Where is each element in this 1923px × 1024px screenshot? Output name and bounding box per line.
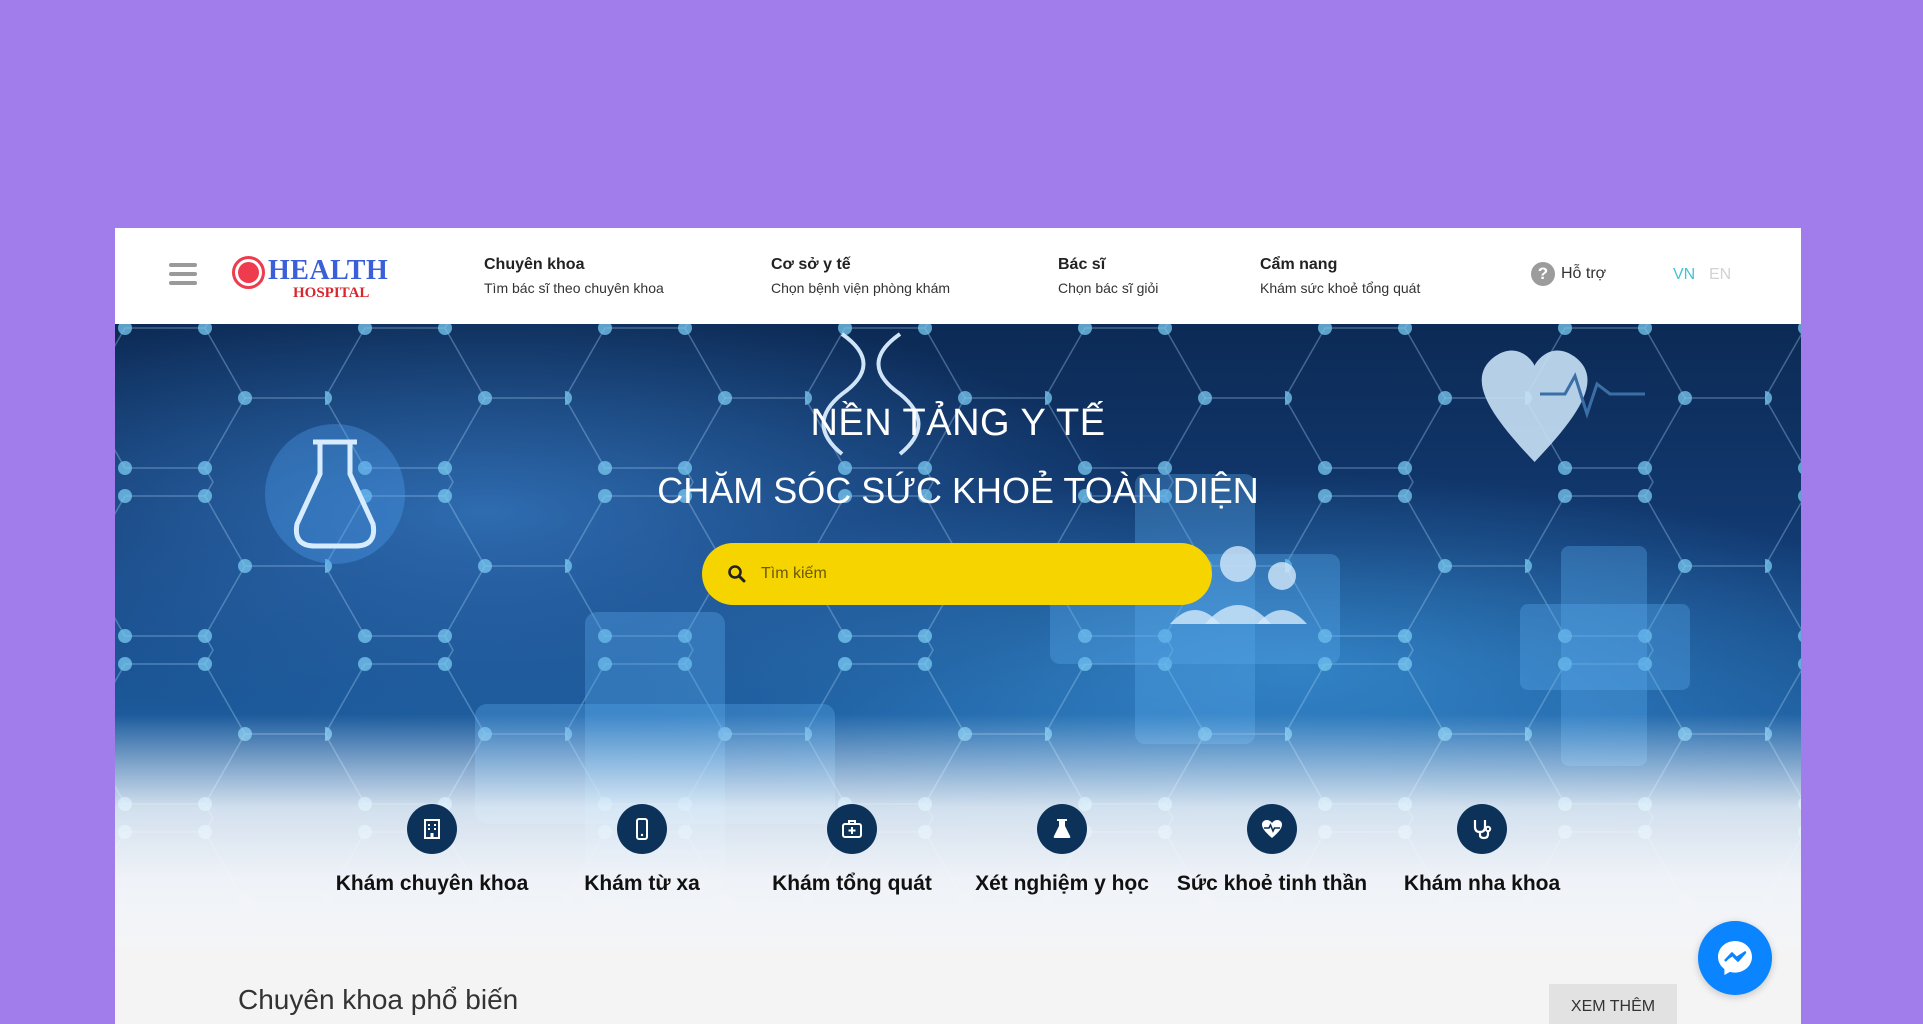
medical-kit-icon (827, 804, 877, 854)
logo-main-text: HEALTH (268, 255, 389, 286)
nav-title: Chuyên khoa (484, 256, 585, 273)
popular-specialties-section: Chuyên khoa phổ biến XEM THÊM (115, 948, 1801, 1024)
hero-banner: NỀN TẢNG Y TẾ CHĂM SÓC SỨC KHOẺ TOÀN DIỆ… (115, 324, 1801, 948)
service-item-kham-chuyen-khoa[interactable]: Khám chuyên khoa (332, 804, 532, 900)
heartbeat-icon (1247, 804, 1297, 854)
service-label: Khám tổng quát (772, 872, 932, 895)
messenger-icon (1718, 941, 1752, 975)
hospital-building-icon (407, 804, 457, 854)
lang-vn-button[interactable]: VN (1673, 266, 1695, 284)
nav-title: Cẩm nang (1260, 256, 1338, 273)
nav-subtitle: Chọn bệnh viện phòng khám (771, 280, 951, 296)
nav-item-co-so-y-te[interactable]: Cơ sở y tế Chọn bệnh viện phòng khám (771, 255, 950, 297)
nav-subtitle: Chọn bác sĩ giỏi (1058, 280, 1159, 296)
see-more-button[interactable]: XEM THÊM (1549, 984, 1677, 1024)
lang-en-button[interactable]: EN (1709, 266, 1731, 284)
service-item-kham-nha-khoa[interactable]: Khám nha khoa (1382, 804, 1582, 900)
nav-title: Cơ sở y tế (771, 256, 851, 273)
nav-subtitle: Khám sức khoẻ tổng quát (1260, 280, 1421, 296)
service-label: Khám từ xa (584, 872, 700, 895)
logo-sub-text: HOSPITAL (293, 285, 370, 301)
app-window: HEALTH HOSPITAL Chuyên khoa Tìm bác sĩ t… (115, 228, 1801, 1024)
messenger-chat-button[interactable] (1698, 921, 1772, 995)
flask-icon (1037, 804, 1087, 854)
header: HEALTH HOSPITAL Chuyên khoa Tìm bác sĩ t… (115, 228, 1801, 324)
section-title: Chuyên khoa phổ biến (238, 984, 519, 1015)
service-label: Khám chuyên khoa (335, 872, 529, 895)
logo[interactable]: HEALTH HOSPITAL (232, 255, 402, 303)
red-cross-icon (232, 256, 265, 289)
service-item-xet-nghiem-y-hoc[interactable]: Xét nghiệm y học (962, 804, 1162, 900)
hamburger-menu-icon[interactable] (169, 263, 197, 289)
help-icon: ? (1531, 262, 1555, 286)
service-label: Khám nha khoa (1403, 872, 1561, 895)
nav-item-cam-nang[interactable]: Cẩm nang Khám sức khoẻ tổng quát (1260, 255, 1420, 297)
support-label: Hỗ trợ (1561, 265, 1607, 282)
mobile-phone-icon (617, 804, 667, 854)
nav-subtitle: Tìm bác sĩ theo chuyên khoa (484, 280, 664, 296)
nav-title: Bác sĩ (1058, 256, 1106, 273)
support-link[interactable]: ? Hỗ trợ (1531, 262, 1606, 286)
service-label: Sức khoẻ tinh thần (1176, 872, 1368, 895)
stethoscope-icon (1457, 804, 1507, 854)
service-item-suc-khoe-tinh-than[interactable]: Sức khoẻ tinh thần (1172, 804, 1372, 900)
nav-item-bac-si[interactable]: Bác sĩ Chọn bác sĩ giỏi (1058, 255, 1158, 297)
service-list: Khám chuyên khoa Khám từ xa Khám tổng qu… (115, 324, 1801, 948)
service-item-kham-tu-xa[interactable]: Khám từ xa (542, 804, 742, 900)
nav-item-chuyen-khoa[interactable]: Chuyên khoa Tìm bác sĩ theo chuyên khoa (484, 255, 664, 297)
service-label: Xét nghiệm y học (975, 872, 1149, 895)
service-item-kham-tong-quat[interactable]: Khám tổng quát (752, 804, 952, 900)
